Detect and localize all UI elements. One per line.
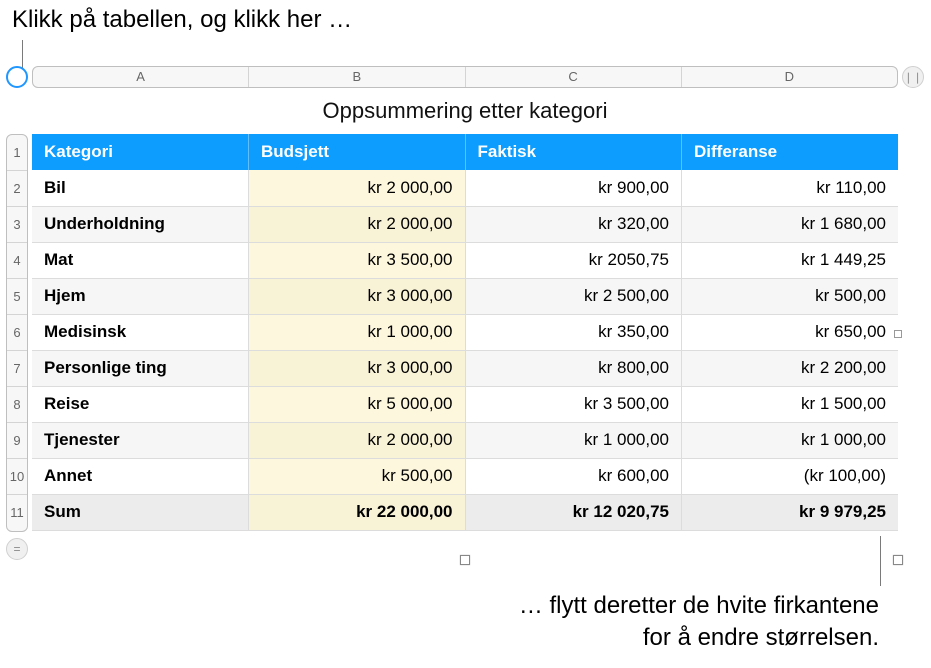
- row-header-9[interactable]: 9: [7, 423, 27, 459]
- cell-difference[interactable]: (kr 100,00): [682, 458, 899, 494]
- resize-handle-bottom-mid[interactable]: [460, 555, 470, 565]
- cell-category[interactable]: Annet: [32, 458, 249, 494]
- cell-edge-marker[interactable]: [894, 330, 902, 338]
- table-body-wrap: Oppsummering etter kategori Kategori Bud…: [32, 94, 898, 560]
- row-header-11[interactable]: 11: [7, 495, 27, 531]
- table-row[interactable]: Personlige tingkr 3 000,00kr 800,00kr 2 …: [32, 350, 898, 386]
- column-header-a[interactable]: A: [33, 67, 249, 87]
- cell-budget[interactable]: kr 3 000,00: [249, 350, 466, 386]
- table-select-handle[interactable]: [6, 66, 28, 88]
- header-actual[interactable]: Faktisk: [465, 134, 682, 170]
- header-category[interactable]: Kategori: [32, 134, 249, 170]
- table-row[interactable]: Underholdningkr 2 000,00kr 320,00kr 1 68…: [32, 206, 898, 242]
- row-header-8[interactable]: 8: [7, 387, 27, 423]
- cell-budget[interactable]: kr 3 000,00: [249, 278, 466, 314]
- cell-difference[interactable]: kr 1 500,00: [682, 386, 899, 422]
- table-row[interactable]: Hjemkr 3 000,00kr 2 500,00kr 500,00: [32, 278, 898, 314]
- row-header-5[interactable]: 5: [7, 279, 27, 315]
- row-header-2[interactable]: 2: [7, 171, 27, 207]
- cell-actual[interactable]: kr 600,00: [465, 458, 682, 494]
- cell-actual[interactable]: kr 350,00: [465, 314, 682, 350]
- table-row[interactable]: Reisekr 5 000,00kr 3 500,00kr 1 500,00: [32, 386, 898, 422]
- spreadsheet-area: A B C D ❘❘ 1 2 3 4 5 6 7 8 9 10 11: [6, 66, 924, 560]
- cell-category[interactable]: Bil: [32, 170, 249, 206]
- cell-sum-actual[interactable]: kr 12 020,75: [465, 494, 682, 530]
- column-header-b[interactable]: B: [249, 67, 465, 87]
- cell-category[interactable]: Mat: [32, 242, 249, 278]
- rows-icon: =: [13, 542, 20, 556]
- cell-actual[interactable]: kr 3 500,00: [465, 386, 682, 422]
- cell-budget[interactable]: kr 500,00: [249, 458, 466, 494]
- summary-table[interactable]: Kategori Budsjett Faktisk Differanse Bil…: [32, 134, 898, 531]
- cell-actual[interactable]: kr 2 500,00: [465, 278, 682, 314]
- table-row[interactable]: Bilkr 2 000,00kr 900,00kr 110,00: [32, 170, 898, 206]
- column-headers[interactable]: A B C D: [32, 66, 898, 88]
- cell-budget[interactable]: kr 5 000,00: [249, 386, 466, 422]
- row-header-4[interactable]: 4: [7, 243, 27, 279]
- cell-difference[interactable]: kr 500,00: [682, 278, 899, 314]
- column-header-c[interactable]: C: [466, 67, 682, 87]
- cell-category[interactable]: Tjenester: [32, 422, 249, 458]
- callout-leader-line-bottom: [880, 536, 881, 586]
- table-row[interactable]: Annetkr 500,00kr 600,00(kr 100,00): [32, 458, 898, 494]
- table-header-row[interactable]: Kategori Budsjett Faktisk Differanse: [32, 134, 898, 170]
- row-header-10[interactable]: 10: [7, 459, 27, 495]
- cell-difference[interactable]: kr 2 200,00: [682, 350, 899, 386]
- cell-difference[interactable]: kr 110,00: [682, 170, 899, 206]
- resize-handle-bottom-right[interactable]: [893, 555, 903, 565]
- table-body: Bilkr 2 000,00kr 900,00kr 110,00Underhol…: [32, 170, 898, 530]
- row-headers[interactable]: 1 2 3 4 5 6 7 8 9 10 11: [6, 134, 28, 532]
- cell-category[interactable]: Underholdning: [32, 206, 249, 242]
- cell-difference[interactable]: kr 1 000,00: [682, 422, 899, 458]
- table-row[interactable]: Tjenesterkr 2 000,00kr 1 000,00kr 1 000,…: [32, 422, 898, 458]
- cell-difference[interactable]: kr 650,00: [682, 314, 899, 350]
- cell-actual[interactable]: kr 900,00: [465, 170, 682, 206]
- header-budget[interactable]: Budsjett: [249, 134, 466, 170]
- cell-difference[interactable]: kr 1 680,00: [682, 206, 899, 242]
- cell-budget[interactable]: kr 2 000,00: [249, 206, 466, 242]
- cell-category[interactable]: Personlige ting: [32, 350, 249, 386]
- cell-category[interactable]: Medisinsk: [32, 314, 249, 350]
- cell-actual[interactable]: kr 1 000,00: [465, 422, 682, 458]
- cell-category[interactable]: Hjem: [32, 278, 249, 314]
- cell-budget[interactable]: kr 3 500,00: [249, 242, 466, 278]
- table-row[interactable]: Matkr 3 500,00kr 2050,75kr 1 449,25: [32, 242, 898, 278]
- callout-bottom-text: … flytt deretter de hvite firkantene for…: [519, 590, 879, 655]
- row-header-6[interactable]: 6: [7, 315, 27, 351]
- cell-sum-label[interactable]: Sum: [32, 494, 249, 530]
- row-header-1[interactable]: 1: [7, 135, 27, 171]
- table-title[interactable]: Oppsummering etter kategori: [32, 94, 898, 134]
- columns-icon: ❘❘: [904, 71, 922, 84]
- cell-actual[interactable]: kr 2050,75: [465, 242, 682, 278]
- callout-bottom-line2: for å endre størrelsen.: [519, 622, 879, 654]
- cell-actual[interactable]: kr 800,00: [465, 350, 682, 386]
- table-sum-row[interactable]: Sumkr 22 000,00kr 12 020,75kr 9 979,25: [32, 494, 898, 530]
- row-header-7[interactable]: 7: [7, 351, 27, 387]
- cell-budget[interactable]: kr 2 000,00: [249, 170, 466, 206]
- cell-category[interactable]: Reise: [32, 386, 249, 422]
- cell-sum-diff[interactable]: kr 9 979,25: [682, 494, 899, 530]
- table-row[interactable]: Medisinskkr 1 000,00kr 350,00kr 650,00: [32, 314, 898, 350]
- cell-actual[interactable]: kr 320,00: [465, 206, 682, 242]
- header-difference[interactable]: Differanse: [682, 134, 899, 170]
- column-header-d[interactable]: D: [682, 67, 897, 87]
- row-header-3[interactable]: 3: [7, 207, 27, 243]
- cell-difference[interactable]: kr 1 449,25: [682, 242, 899, 278]
- add-row-handle[interactable]: =: [6, 538, 28, 560]
- add-column-handle[interactable]: ❘❘: [902, 66, 924, 88]
- cell-sum-budget[interactable]: kr 22 000,00: [249, 494, 466, 530]
- cell-budget[interactable]: kr 1 000,00: [249, 314, 466, 350]
- cell-budget[interactable]: kr 2 000,00: [249, 422, 466, 458]
- column-header-bar: A B C D ❘❘: [6, 66, 924, 88]
- callout-top-text: Klikk på tabellen, og klikk her …: [12, 6, 352, 34]
- callout-bottom-line1: … flytt deretter de hvite firkantene: [519, 590, 879, 622]
